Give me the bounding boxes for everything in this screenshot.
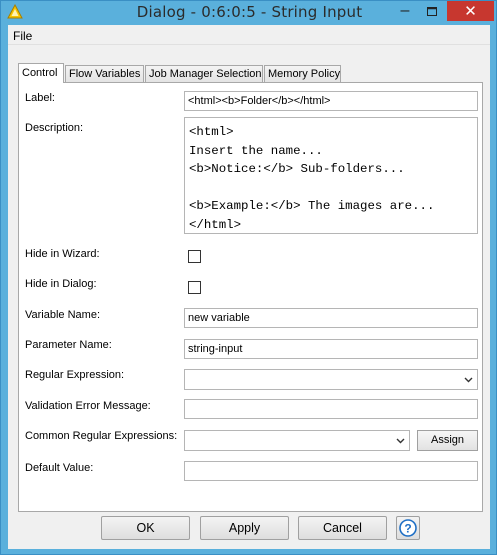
validation-error-caption: Validation Error Message: — [25, 400, 151, 412]
description-line: </html> — [189, 217, 242, 232]
help-button[interactable]: ? — [396, 516, 420, 540]
label-field[interactable]: <html><b>Folder</b></html> — [184, 91, 478, 111]
ok-button[interactable]: OK — [101, 516, 190, 540]
tab-control[interactable]: Control — [18, 63, 64, 83]
variable-name-caption: Variable Name: — [25, 309, 100, 321]
dialog-body: File Control Flow Variables Job Manager … — [8, 25, 490, 549]
close-icon: ✕ — [464, 3, 477, 20]
variable-name-field[interactable]: new variable — [184, 308, 478, 328]
minimize-icon: – — [400, 2, 410, 19]
minimize-button[interactable]: – — [392, 1, 418, 21]
control-panel: Label: <html><b>Folder</b></html> Descri… — [18, 82, 483, 512]
menu-bar: File — [8, 25, 490, 45]
dialog-window: Dialog - 0:6:0:5 - String Input – ✕ File… — [0, 0, 497, 555]
hide-in-wizard-caption: Hide in Wizard: — [25, 248, 100, 260]
label-caption: Label: — [25, 92, 55, 104]
common-regex-combo[interactable] — [184, 430, 410, 451]
default-value-field[interactable] — [184, 461, 478, 481]
tab-flow-variables[interactable]: Flow Variables — [65, 65, 144, 82]
svg-text:?: ? — [404, 522, 411, 536]
description-line: <html> — [189, 125, 234, 139]
chevron-down-icon — [396, 438, 405, 444]
tab-job-manager-selection[interactable]: Job Manager Selection — [145, 65, 263, 82]
description-line: <b>Example:</b> The images are... — [189, 199, 435, 213]
description-textarea[interactable]: <html> Insert the name... <b>Notice:</b> S… — [184, 117, 478, 234]
description-line: <b>Notice:</b> Sub-folders... — [189, 162, 405, 176]
description-line: ​ — [189, 179, 473, 198]
parameter-name-field[interactable]: string-input — [184, 339, 478, 359]
common-regex-caption: Common Regular Expressions: — [25, 430, 178, 442]
hide-in-wizard-checkbox[interactable] — [188, 250, 201, 263]
maximize-button[interactable] — [419, 1, 445, 21]
cancel-button[interactable]: Cancel — [298, 516, 387, 540]
tab-memory-policy[interactable]: Memory Policy — [264, 65, 341, 82]
menu-file[interactable]: File — [13, 29, 32, 43]
description-caption: Description: — [25, 122, 84, 134]
hide-in-dialog-caption: Hide in Dialog: — [25, 278, 97, 290]
assign-button[interactable]: Assign — [417, 430, 478, 451]
maximize-icon — [427, 6, 437, 16]
chevron-down-icon — [464, 377, 473, 383]
default-value-caption: Default Value: — [25, 462, 94, 474]
help-icon: ? — [399, 519, 417, 537]
close-button[interactable]: ✕ — [447, 1, 494, 21]
title-bar[interactable]: Dialog - 0:6:0:5 - String Input – ✕ — [1, 1, 496, 25]
regular-expression-combo[interactable] — [184, 369, 478, 390]
regular-expression-caption: Regular Expression: — [25, 369, 125, 381]
validation-error-field[interactable] — [184, 399, 478, 419]
hide-in-dialog-checkbox[interactable] — [188, 281, 201, 294]
apply-button[interactable]: Apply — [200, 516, 289, 540]
parameter-name-caption: Parameter Name: — [25, 339, 112, 351]
description-line: Insert the name... — [189, 143, 323, 158]
